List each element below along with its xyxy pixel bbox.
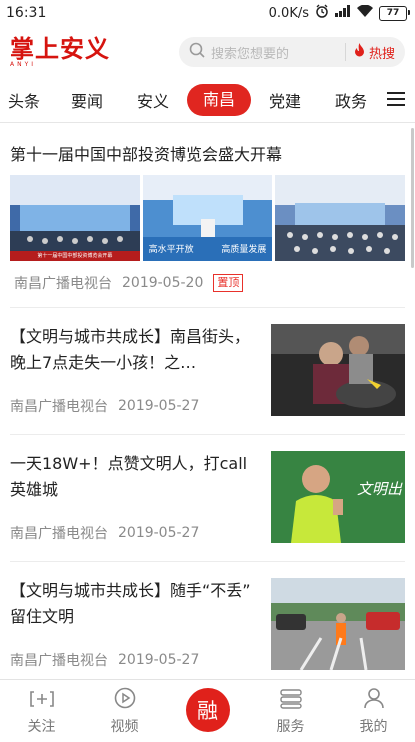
network-speed: 0.0K/s [268, 5, 309, 21]
featured-image-2: 高水平开放 高质量发展 [142, 175, 273, 261]
logo-text: 掌上安义 [10, 33, 110, 63]
bottom-navigation: 关注 视频 融 服务 我的 [0, 679, 415, 742]
news-item-title: 一天18W+！点赞文明人，打call英雄城 [10, 454, 248, 499]
tab-party[interactable]: 党建 [252, 88, 318, 112]
status-indicators: 0.0K/s 77 [268, 4, 410, 22]
nav-follow[interactable]: 关注 [0, 689, 83, 742]
play-icon [114, 687, 136, 713]
rong-button[interactable]: 融 [185, 688, 230, 732]
featured-image-3 [275, 175, 406, 261]
alarm-icon [315, 4, 329, 22]
news-item-thumbnail-caption: 文明出 [357, 480, 403, 498]
battery-icon: 77 [379, 5, 410, 21]
nav-service[interactable]: 服务 [249, 689, 332, 742]
hot-search-label: 热搜 [368, 46, 395, 62]
news-feed: 第十一届中国中部投资博览会盛大开幕 第十一届中国中部投资博览会开幕 高水平开放 … [0, 125, 415, 680]
logo-subtext: ANYI [10, 60, 37, 68]
news-item-title: 【文明与城市共成长】随手“不丢” 留住文明 [10, 581, 251, 626]
news-item-title: 【文明与城市共成长】南昌街头，晚上7点走失一小孩！之… [10, 327, 251, 372]
featured-meta: 南昌广播电视台 2019-05-20 置顶 [10, 273, 405, 307]
nav-center[interactable]: 融 [166, 680, 249, 742]
news-item-date: 2019-05-27 [118, 525, 200, 541]
tab-government[interactable]: 政务 [318, 88, 384, 112]
pinned-badge: 置顶 [213, 274, 244, 292]
featured-image-1-caption: 第十一届中国中部投资博览会开幕 [37, 253, 113, 259]
service-list-icon [279, 689, 302, 713]
news-item[interactable]: 【文明与城市共成长】随手“不丢” 留住文明 南昌广播电视台 2019-05-27 [0, 562, 415, 680]
featured-article[interactable]: 第十一届中国中部投资博览会盛大开幕 第十一届中国中部投资博览会开幕 高水平开放 … [0, 141, 415, 307]
follow-icon [29, 689, 54, 713]
flame-icon [354, 43, 365, 61]
search-input[interactable]: 搜索您想要的 [211, 43, 337, 62]
news-item-thumbnail [271, 324, 405, 416]
nav-video[interactable]: 视频 [83, 687, 166, 742]
nav-mine-label: 我的 [359, 719, 388, 735]
nav-mine[interactable]: 我的 [332, 687, 415, 742]
tab-anyi[interactable]: 安义 [120, 88, 186, 112]
featured-image-1: 第十一届中国中部投资博览会开幕 [10, 175, 140, 261]
news-item-source: 南昌广播电视台 [10, 526, 108, 542]
tab-news[interactable]: 要闻 [54, 88, 120, 112]
user-icon [363, 687, 385, 713]
search-divider [344, 43, 346, 61]
featured-source: 南昌广播电视台 [14, 276, 112, 292]
tab-nanchang[interactable]: 南昌 [187, 84, 251, 116]
news-item-source: 南昌广播电视台 [10, 653, 108, 669]
search-bar[interactable]: 搜索您想要的 热搜 [179, 37, 405, 67]
status-time: 16:31 [6, 5, 47, 21]
news-item-meta: 南昌广播电视台 2019-05-27 [10, 650, 257, 670]
tab-headline[interactable]: 头条 [0, 88, 54, 112]
signal-icon [335, 5, 351, 21]
news-item-thumbnail [271, 578, 405, 670]
news-item-meta: 南昌广播电视台 2019-05-27 [10, 523, 257, 543]
news-item-source: 南昌广播电视台 [10, 399, 108, 415]
nav-follow-label: 关注 [27, 719, 56, 735]
featured-gallery: 第十一届中国中部投资博览会开幕 高水平开放 高质量发展 [10, 175, 406, 261]
app-header: 掌上安义 ANYI 搜索您想要的 热搜 [0, 26, 415, 78]
nav-video-label: 视频 [110, 719, 139, 735]
news-item-meta: 南昌广播电视台 2019-05-27 [10, 396, 257, 416]
nav-service-label: 服务 [276, 719, 305, 735]
app-logo[interactable]: 掌上安义 ANYI [10, 33, 110, 68]
featured-image-2-caption-left: 高水平开放 [148, 245, 194, 255]
news-item[interactable]: 【文明与城市共成长】南昌街头，晚上7点走失一小孩！之… 南昌广播电视台 2019… [0, 308, 415, 434]
news-item-thumbnail: 文明出 [271, 451, 405, 543]
featured-title: 第十一届中国中部投资博览会盛大开幕 [10, 145, 283, 164]
status-bar: 16:31 0.0K/s 77 [0, 0, 415, 26]
wifi-icon [357, 4, 373, 21]
menu-icon[interactable] [387, 88, 405, 110]
news-item[interactable]: 一天18W+！点赞文明人，打call英雄城 南昌广播电视台 2019-05-27… [0, 435, 415, 561]
news-item-date: 2019-05-27 [118, 398, 200, 414]
featured-date: 2019-05-20 [122, 275, 204, 291]
featured-image-2-caption-right: 高质量发展 [221, 245, 267, 255]
news-item-date: 2019-05-27 [118, 652, 200, 668]
hot-search-button[interactable]: 热搜 [354, 43, 395, 62]
channel-tabs: 头条 要闻 安义 南昌 党建 政务 [0, 78, 415, 123]
search-icon [189, 42, 205, 62]
